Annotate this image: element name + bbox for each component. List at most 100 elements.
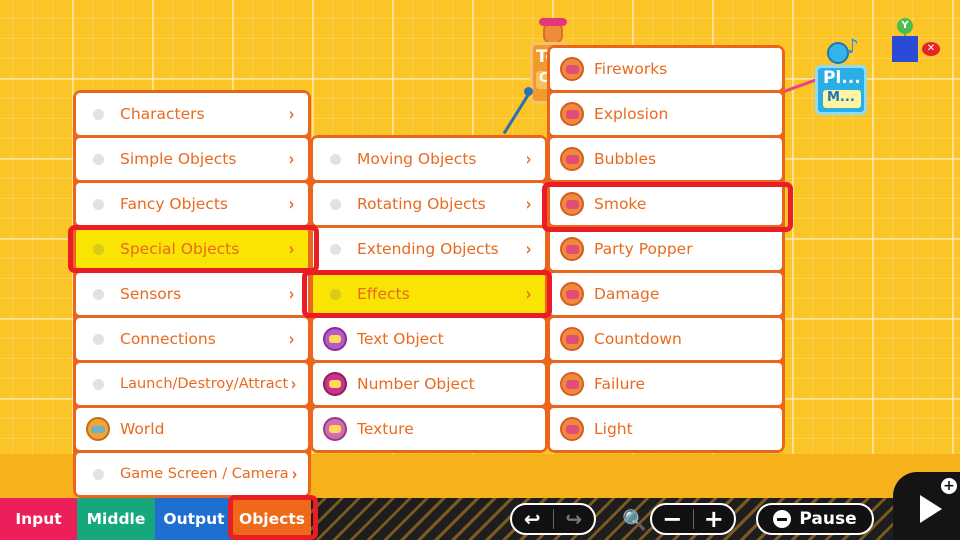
effect-nodon-icon (560, 102, 584, 126)
undo-redo-group: ↩ ↪ (510, 503, 596, 535)
tab-output[interactable]: Output (155, 498, 233, 540)
menu-item-explosion[interactable]: Explosion (550, 93, 782, 135)
connection-wire (502, 91, 531, 135)
menu-item-bubbles[interactable]: Bubbles (550, 138, 782, 180)
pause-button[interactable]: Pause (756, 503, 874, 535)
chevron-right-icon: › (288, 328, 295, 350)
menu-item-label: Failure (594, 375, 645, 393)
chevron-right-icon: › (288, 103, 295, 125)
chevron-right-icon: › (525, 238, 532, 260)
menu-item-label: Damage (594, 285, 660, 303)
menu-item-failure[interactable]: Failure (550, 363, 782, 405)
tab-middle[interactable]: Middle (77, 498, 155, 540)
menu-item-world[interactable]: World (76, 408, 308, 450)
menu-item-game-screen-camera[interactable]: Game Screen / Camera › (76, 453, 308, 495)
menu-item-label: Simple Objects (120, 150, 237, 168)
menu-item-texture[interactable]: Texture (313, 408, 545, 450)
menu-item-label: Extending Objects (357, 240, 499, 258)
menu-item-label: Countdown (594, 330, 682, 348)
connection-wire (783, 77, 819, 93)
bullet-icon (329, 153, 341, 165)
menu-item-damage[interactable]: Damage (550, 273, 782, 315)
world-nodon-icon (86, 417, 110, 441)
category-menu: Characters › Simple Objects › Fancy Object… (73, 90, 311, 498)
menu-item-label: Rotating Objects (357, 195, 486, 213)
menu-item-label: Fireworks (594, 60, 668, 78)
text-nodon-icon (323, 327, 347, 351)
menu-item-label: Sensors (120, 285, 182, 303)
menu-item-label: Characters (120, 105, 205, 123)
play-button[interactable]: + (893, 472, 960, 540)
zoom-in-button[interactable]: + (693, 507, 734, 531)
menu-item-text-object[interactable]: Text Object (313, 318, 545, 360)
redo-icon[interactable]: ↪ (553, 507, 594, 531)
menu-item-rotating-objects[interactable]: Rotating Objects › (313, 183, 545, 225)
bullet-icon (329, 243, 341, 255)
play-icon (919, 495, 942, 523)
menu-item-sensors[interactable]: Sensors › (76, 273, 308, 315)
bullet-icon (92, 333, 104, 345)
bullet-icon (92, 288, 104, 300)
nodon-head-icon (539, 18, 567, 44)
pause-label: Pause (799, 509, 857, 529)
effect-nodon-icon (560, 282, 584, 306)
menu-item-label: Connections (120, 330, 216, 348)
chevron-right-icon: › (288, 193, 295, 215)
blue-node-title: Pl... (823, 68, 861, 88)
x-axis-handle[interactable]: ✕ (922, 42, 940, 56)
menu-item-label: Bubbles (594, 150, 657, 168)
chevron-right-icon: › (288, 148, 295, 170)
menu-item-number-object[interactable]: Number Object (313, 363, 545, 405)
menu-item-characters[interactable]: Characters › (76, 93, 308, 135)
menu-item-simple-objects[interactable]: Simple Objects › (76, 138, 308, 180)
menu-item-label: Moving Objects (357, 150, 477, 168)
effect-nodon-icon (560, 372, 584, 396)
menu-item-label: Number Object (357, 375, 475, 393)
texture-nodon-icon (323, 417, 347, 441)
menu-item-label: Explosion (594, 105, 669, 123)
number-nodon-icon (323, 372, 347, 396)
blue-node-sub: M... (823, 90, 861, 108)
menu-item-connections[interactable]: Connections › (76, 318, 308, 360)
music-note-icon: ♪ (846, 34, 859, 58)
effect-nodon-icon (560, 417, 584, 441)
effect-nodon-icon (560, 327, 584, 351)
selection-outline-smoke (542, 182, 793, 232)
menu-item-moving-objects[interactable]: Moving Objects › (313, 138, 545, 180)
bullet-icon (92, 108, 104, 120)
menu-item-fireworks[interactable]: Fireworks (550, 48, 782, 90)
menu-item-label: Launch/Destroy/Attract (120, 376, 289, 392)
zoom-out-button[interactable]: − (652, 507, 693, 531)
effect-nodon-icon (560, 147, 584, 171)
menu-item-label: Party Popper (594, 240, 693, 258)
menu-item-launch-destroy-attract[interactable]: Launch/Destroy/Attract › (76, 363, 308, 405)
plus-button-icon: + (941, 478, 957, 494)
menu-item-label: Text Object (357, 330, 444, 348)
chevron-right-icon: › (525, 148, 532, 170)
selection-outline-special-objects (68, 225, 319, 273)
menu-item-party-popper[interactable]: Party Popper (550, 228, 782, 270)
menu-item-light[interactable]: Light (550, 408, 782, 450)
effect-nodon-icon (560, 237, 584, 261)
menu-item-label: Fancy Objects (120, 195, 228, 213)
wire-port (524, 87, 533, 96)
selected-object-box[interactable] (892, 36, 918, 62)
menu-item-extending-objects[interactable]: Extending Objects › (313, 228, 545, 270)
chevron-right-icon: › (291, 373, 297, 395)
minus-button-icon (773, 510, 792, 528)
bullet-icon (92, 153, 104, 165)
blue-nodon-node[interactable]: Pl... M... (815, 65, 867, 115)
zoom-group: − + (650, 503, 736, 535)
menu-item-countdown[interactable]: Countdown (550, 318, 782, 360)
menu-item-label: Light (594, 420, 633, 438)
menu-item-label: World (120, 420, 165, 438)
effects-menu: Fireworks Explosion Bubbles Smoke Party … (547, 45, 785, 453)
menu-item-fancy-objects[interactable]: Fancy Objects › (76, 183, 308, 225)
tab-input[interactable]: Input (0, 498, 77, 540)
chevron-right-icon: › (291, 463, 297, 485)
undo-icon[interactable]: ↩ (512, 507, 553, 531)
menu-item-label: Texture (357, 420, 414, 438)
selection-outline-objects-tab (228, 495, 318, 540)
bullet-icon (92, 468, 104, 480)
bullet-icon (92, 198, 104, 210)
